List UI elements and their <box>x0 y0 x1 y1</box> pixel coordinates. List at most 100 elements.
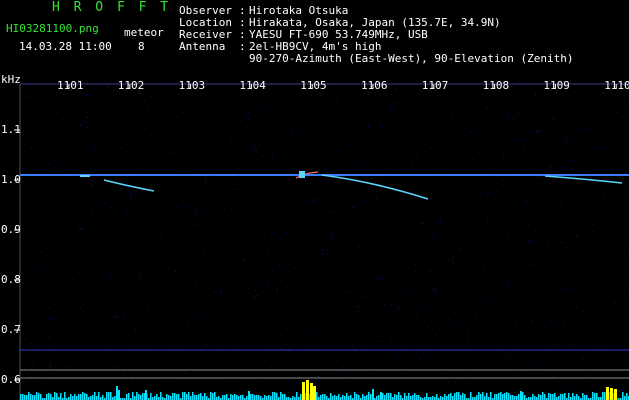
activity-bar <box>480 394 482 400</box>
noise-speck <box>21 271 22 273</box>
noise-speck <box>327 84 329 86</box>
noise-speck <box>120 147 122 149</box>
noise-speck <box>336 313 338 314</box>
noise-speck <box>507 118 509 120</box>
noise-speck <box>244 215 246 217</box>
noise-speck <box>291 294 293 296</box>
noise-speck <box>416 316 418 318</box>
noise-speck <box>150 134 152 135</box>
noise-speck <box>440 270 441 271</box>
noise-speck <box>81 228 83 230</box>
activity-bar <box>454 393 456 400</box>
activity-bar <box>592 392 594 400</box>
noise-speck <box>288 271 290 273</box>
noise-speck <box>269 247 271 249</box>
noise-speck <box>312 99 314 101</box>
noise-speck <box>545 324 547 326</box>
noise-speck <box>147 295 149 297</box>
noise-speck <box>368 127 370 129</box>
noise-speck <box>325 203 326 204</box>
x-tick-label: 1102 <box>117 79 145 92</box>
noise-speck <box>458 300 460 302</box>
activity-bar <box>358 395 360 400</box>
noise-speck <box>246 186 247 187</box>
noise-speck <box>623 142 625 144</box>
noise-speck <box>571 344 573 346</box>
noise-speck <box>500 294 502 296</box>
noise-speck <box>329 220 331 222</box>
noise-speck <box>494 339 495 341</box>
activity-bar <box>460 395 462 400</box>
noise-speck <box>372 190 374 192</box>
activity-bar <box>198 394 200 400</box>
noise-speck <box>154 316 156 317</box>
noise-speck <box>344 320 346 322</box>
noise-speck <box>21 203 23 205</box>
noise-speck <box>404 125 406 127</box>
noise-speck <box>72 374 74 375</box>
noise-speck <box>148 89 150 91</box>
noise-speck <box>346 312 348 314</box>
noise-speck <box>556 340 558 342</box>
noise-speck <box>379 325 381 327</box>
noise-speck <box>115 308 117 310</box>
noise-speck <box>351 336 353 338</box>
noise-speck <box>521 315 523 317</box>
noise-speck <box>44 357 45 359</box>
noise-speck <box>54 303 56 305</box>
noise-speck <box>216 387 217 389</box>
noise-speck <box>266 224 268 226</box>
noise-speck <box>573 160 575 162</box>
noise-speck <box>537 245 538 247</box>
noise-speck <box>37 265 39 267</box>
noise-speck <box>471 362 473 363</box>
noise-speck <box>402 281 404 283</box>
noise-speck <box>68 290 70 292</box>
noise-speck <box>286 286 288 288</box>
noise-speck <box>547 241 548 243</box>
noise-speck <box>433 300 435 302</box>
noise-speck <box>566 287 568 289</box>
activity-bar <box>624 396 626 400</box>
noise-speck <box>211 108 213 110</box>
activity-bar <box>502 394 504 400</box>
noise-speck <box>40 355 42 357</box>
noise-speck <box>132 378 134 380</box>
activity-bar <box>72 396 74 400</box>
noise-speck <box>571 158 573 160</box>
noise-speck <box>93 145 95 147</box>
noise-speck <box>112 90 114 92</box>
noise-speck <box>614 118 616 120</box>
activity-bar <box>350 395 352 400</box>
noise-speck <box>517 159 519 161</box>
noise-speck <box>56 112 58 114</box>
noise-speck <box>562 386 563 388</box>
noise-speck <box>131 195 133 197</box>
noise-speck <box>66 163 68 165</box>
noise-speck <box>606 217 607 219</box>
y-axis-unit: kHz <box>1 73 21 86</box>
noise-speck <box>276 288 278 290</box>
noise-speck <box>105 202 107 204</box>
noise-speck <box>559 200 561 202</box>
noise-speck <box>86 117 88 119</box>
noise-speck <box>125 212 127 214</box>
noise-speck <box>408 122 410 124</box>
noise-speck <box>263 356 265 358</box>
noise-speck <box>204 291 206 293</box>
noise-speck <box>515 225 517 227</box>
noise-speck <box>396 146 398 148</box>
activity-bar <box>176 394 178 400</box>
activity-bar <box>70 394 72 400</box>
noise-speck <box>610 308 612 310</box>
activity-bar <box>258 395 260 400</box>
noise-speck <box>40 251 42 253</box>
noise-speck <box>184 281 186 283</box>
noise-speck <box>562 362 564 364</box>
activity-bar <box>416 395 418 400</box>
noise-speck <box>502 299 503 301</box>
noise-speck <box>353 209 355 211</box>
activity-bar <box>456 392 458 400</box>
noise-speck <box>423 320 425 322</box>
noise-speck <box>166 204 168 205</box>
